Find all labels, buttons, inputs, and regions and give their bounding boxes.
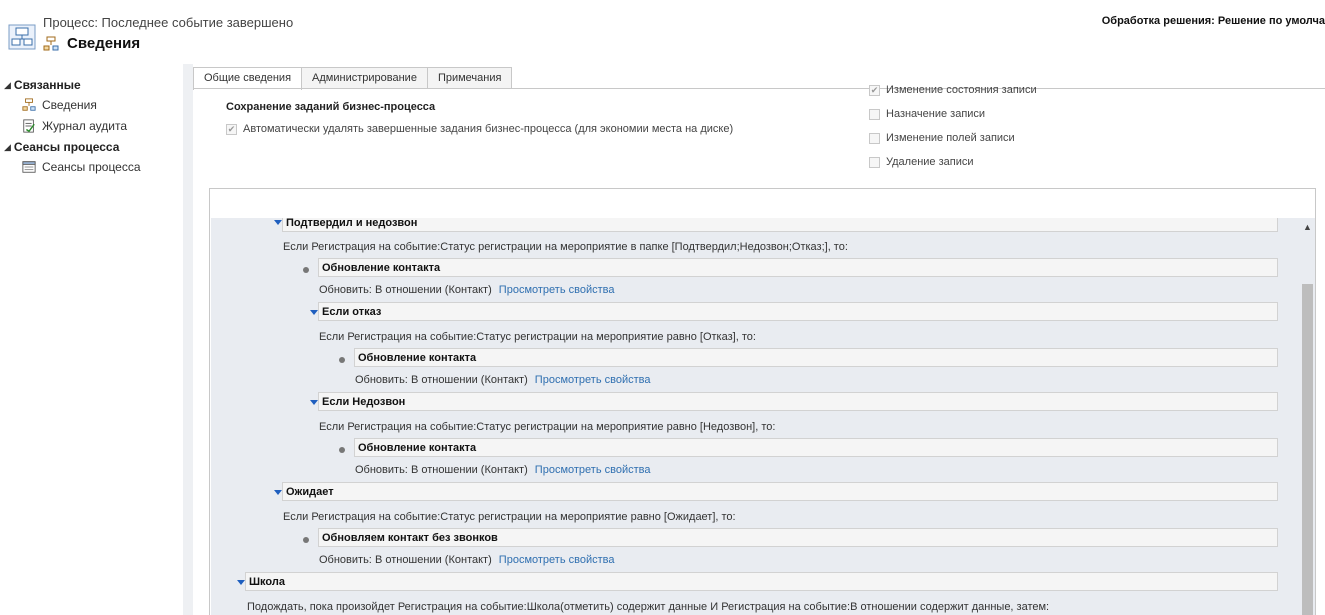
condition-text: Если Регистрация на событие:Статус регис… — [283, 241, 848, 253]
step-confirmed-and-no-answer[interactable]: Подтвердил и недозвон — [282, 218, 1278, 232]
process-icon — [43, 36, 59, 50]
section-title: Сохранение заданий бизнес-процесса — [226, 101, 436, 113]
expand-triangle-icon[interactable] — [237, 580, 245, 585]
nav-group-related[interactable]: ◢ Связанные — [4, 76, 183, 94]
assign-record-checkbox[interactable] — [869, 108, 880, 120]
nav-item-label: Журнал аудита — [42, 118, 128, 133]
status-change-checkbox[interactable]: ✔ — [869, 84, 880, 96]
condition-text: Если Регистрация на событие:Статус регис… — [283, 511, 736, 523]
delete-record-checkbox[interactable] — [869, 156, 880, 168]
tab-notes[interactable]: Примечания — [426, 67, 513, 89]
option-field-change[interactable]: Изменение полей записи — [869, 132, 1189, 144]
option-status-change[interactable]: ✔ Изменение состояния записи — [869, 84, 1189, 96]
option-delete-record[interactable]: Удаление записи — [869, 156, 1189, 168]
step-update-contact-no-calls[interactable]: Обновляем контакт без звонков — [318, 528, 1278, 547]
solution-label: Обработка решения: Решение по умолча — [1101, 15, 1325, 27]
form-header: Процесс: Последнее событие завершено Све… — [0, 0, 1325, 64]
step-if-refusal[interactable]: Если отказ — [318, 302, 1278, 321]
relation-text: В отношении (Контакт) — [374, 284, 492, 296]
relation-text: В отношении (Контакт) — [374, 554, 492, 566]
update-prefix: Обновить: — [319, 554, 372, 566]
update-prefix: Обновить: — [355, 374, 408, 386]
form-tabs: Общие сведения Администрирование Примеча… — [193, 67, 513, 90]
collapse-triangle-icon[interactable]: ◢ — [4, 142, 11, 153]
update-prefix: Обновить: — [355, 464, 408, 476]
designer-scrollbar[interactable]: ▲ — [1300, 218, 1315, 615]
auto-delete-checkbox[interactable]: ✔ — [226, 123, 237, 135]
step-bullet-icon — [339, 357, 345, 363]
nav-item-label: Сведения — [42, 97, 97, 112]
workflow-designer-canvas: Подтвердил и недозвон Если Регистрация н… — [211, 218, 1300, 615]
step-update-contact[interactable]: Обновление контакта — [354, 348, 1278, 367]
update-line: Обновить: В отношении (Контакт) Просмотр… — [355, 464, 650, 476]
step-if-no-answer[interactable]: Если Недозвон — [318, 392, 1278, 411]
step-waiting[interactable]: Ожидает — [282, 482, 1278, 501]
process-name-label: Процесс: Последнее событие завершено — [43, 15, 294, 30]
auto-delete-option[interactable]: ✔ Автоматически удалять завершенные зада… — [226, 123, 733, 135]
field-change-checkbox[interactable] — [869, 132, 880, 144]
auto-delete-label: Автоматически удалять завершенные задани… — [243, 123, 734, 135]
condition-text: Если Регистрация на событие:Статус регис… — [319, 331, 756, 343]
option-label: Удаление записи — [886, 156, 974, 168]
splitter[interactable] — [183, 64, 193, 615]
step-bullet-icon — [339, 447, 345, 453]
left-navigation: ◢ Связанные Сведения Журнал аудита ◢ Сеа… — [0, 76, 183, 615]
view-properties-link[interactable]: Просмотреть свойства — [535, 464, 651, 476]
condition-text: Если Регистрация на событие:Статус регис… — [319, 421, 776, 433]
option-label: Назначение записи — [886, 108, 986, 120]
nav-group-process-sessions[interactable]: ◢ Сеансы процесса — [4, 138, 183, 156]
condition-text: Подождать, пока произойдет Регистрация н… — [247, 601, 1050, 613]
process-entity-icon — [8, 24, 36, 50]
option-assign-record[interactable]: Назначение записи — [869, 108, 1189, 120]
option-label: Изменение состояния записи — [886, 84, 1037, 96]
relation-text: В отношении (Контакт) — [410, 374, 528, 386]
option-label: Изменение полей записи — [886, 132, 1015, 144]
nav-item-process-sessions[interactable]: Сеансы процесса — [22, 156, 183, 177]
step-school[interactable]: Школа — [245, 572, 1278, 591]
scroll-up-arrow-icon[interactable]: ▲ — [1300, 221, 1315, 233]
relation-text: В отношении (Контакт) — [410, 464, 528, 476]
expand-triangle-icon[interactable] — [274, 220, 282, 225]
nav-item-audit-log[interactable]: Журнал аудита — [22, 115, 183, 136]
process-sessions-icon — [22, 160, 36, 173]
audit-log-icon — [23, 118, 35, 133]
step-bullet-icon — [303, 537, 309, 543]
collapse-triangle-icon[interactable]: ◢ — [4, 80, 11, 91]
scroll-thumb[interactable] — [1302, 284, 1313, 615]
update-line: Обновить: В отношении (Контакт) Просмотр… — [319, 284, 614, 296]
nav-group-label: Сеансы процесса — [13, 140, 120, 154]
step-bullet-icon — [303, 267, 309, 273]
update-prefix: Обновить: — [319, 284, 372, 296]
nav-item-details[interactable]: Сведения — [22, 94, 183, 115]
page-title: Сведения — [67, 35, 141, 52]
view-properties-link[interactable]: Просмотреть свойства — [499, 284, 615, 296]
step-update-contact[interactable]: Обновление контакта — [354, 438, 1278, 457]
expand-triangle-icon[interactable] — [310, 400, 318, 405]
expand-triangle-icon[interactable] — [310, 310, 318, 315]
tab-administration[interactable]: Администрирование — [301, 67, 428, 89]
step-update-contact[interactable]: Обновление контакта — [318, 258, 1278, 277]
view-properties-link[interactable]: Просмотреть свойства — [499, 554, 615, 566]
nav-item-label: Сеансы процесса — [42, 159, 141, 174]
process-icon — [22, 97, 36, 111]
view-properties-link[interactable]: Просмотреть свойства — [535, 374, 651, 386]
nav-group-label: Связанные — [13, 78, 81, 92]
expand-triangle-icon[interactable] — [274, 490, 282, 495]
update-line: Обновить: В отношении (Контакт) Просмотр… — [355, 374, 650, 386]
update-line: Обновить: В отношении (Контакт) Просмотр… — [319, 554, 614, 566]
tab-general[interactable]: Общие сведения — [193, 67, 303, 90]
